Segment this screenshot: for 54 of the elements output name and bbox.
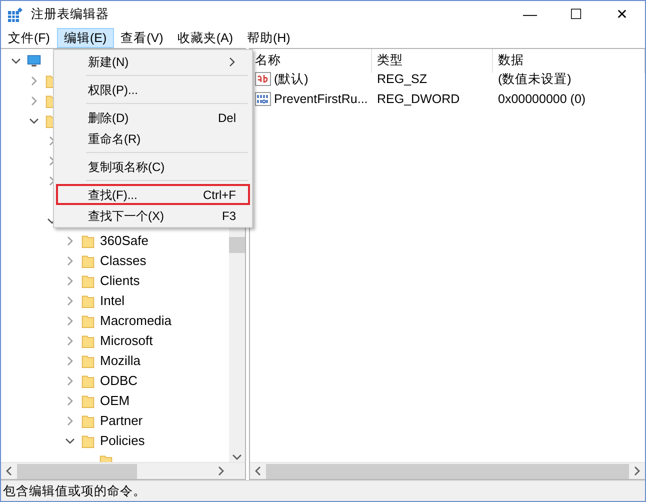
tree-item-label[interactable]: OEM — [100, 391, 130, 411]
maximize-button[interactable]: ☐ — [553, 1, 599, 28]
folder-icon — [81, 294, 95, 308]
menu-item[interactable]: 复制项名称(C) — [56, 156, 250, 177]
folder-icon — [81, 314, 95, 328]
tree-item-label[interactable]: Mozilla — [100, 351, 140, 371]
scrollbar-thumb[interactable] — [266, 464, 629, 478]
registry-app-icon — [7, 6, 23, 22]
folder-icon — [81, 394, 95, 408]
folder-icon — [81, 334, 95, 348]
folder-icon — [81, 434, 95, 448]
tree-item-label[interactable]: Intel — [100, 291, 125, 311]
computer-icon — [27, 54, 41, 68]
scrollbar-thumb[interactable] — [17, 464, 137, 478]
tree-item-label[interactable]: Microsoft — [100, 331, 153, 351]
value-data: (数值未设置) — [497, 70, 572, 88]
scroll-down-icon — [232, 452, 242, 462]
scrollbar-thumb[interactable] — [229, 237, 245, 253]
menu-item[interactable]: 新建(N) — [56, 51, 250, 72]
tree-item-label[interactable]: Partner — [100, 411, 143, 431]
folder-icon — [81, 354, 95, 368]
value-data: 0x00000000 (0) — [497, 90, 587, 108]
folder-icon — [81, 274, 95, 288]
menu-item[interactable]: 查看(V) — [114, 28, 170, 48]
tree-item-label[interactable]: 360Safe — [100, 231, 148, 251]
tree-item-label[interactable]: Policies — [100, 431, 145, 451]
tree-item-label[interactable]: ODBC — [100, 371, 138, 391]
minimize-button[interactable]: — — [507, 1, 553, 28]
menu-item[interactable]: 编辑(E) — [56, 28, 114, 48]
status-bar: 包含编辑值或项的命令。 — [1, 480, 645, 501]
tree-item-label[interactable]: Macromedia — [100, 311, 172, 331]
column-header[interactable]: 数据 — [493, 49, 645, 73]
value-type: REG_SZ — [376, 70, 428, 88]
menu-item[interactable]: 权限(P)... — [56, 79, 250, 100]
folder-icon — [81, 234, 95, 248]
menu-item[interactable]: 删除(D) Del — [56, 107, 250, 128]
tree-item-label[interactable]: Classes — [100, 251, 146, 271]
menu-item[interactable]: 收藏夹(A) — [170, 28, 240, 48]
binary-value-icon — [255, 91, 271, 107]
value-type: REG_DWORD — [376, 90, 461, 108]
value-name[interactable]: PreventFirstRu... — [274, 90, 368, 108]
menu-item[interactable]: 查找下一个(X) F3 — [56, 205, 250, 226]
tree-item-label[interactable]: Clients — [100, 271, 140, 291]
folder-icon — [81, 374, 95, 388]
column-header[interactable]: 类型 — [372, 49, 493, 73]
menu-item[interactable]: 重命名(R) — [56, 128, 250, 149]
folder-icon — [81, 414, 95, 428]
menu-item[interactable]: 查找(F)... Ctrl+F — [56, 184, 250, 205]
window-title: 注册表编辑器 — [31, 6, 109, 24]
menu-item[interactable]: 文件(F) — [1, 28, 57, 48]
folder-icon — [81, 254, 95, 268]
close-button[interactable]: ✕ — [599, 1, 645, 28]
menu-item[interactable]: 帮助(H) — [240, 28, 298, 48]
string-value-icon — [255, 71, 271, 87]
